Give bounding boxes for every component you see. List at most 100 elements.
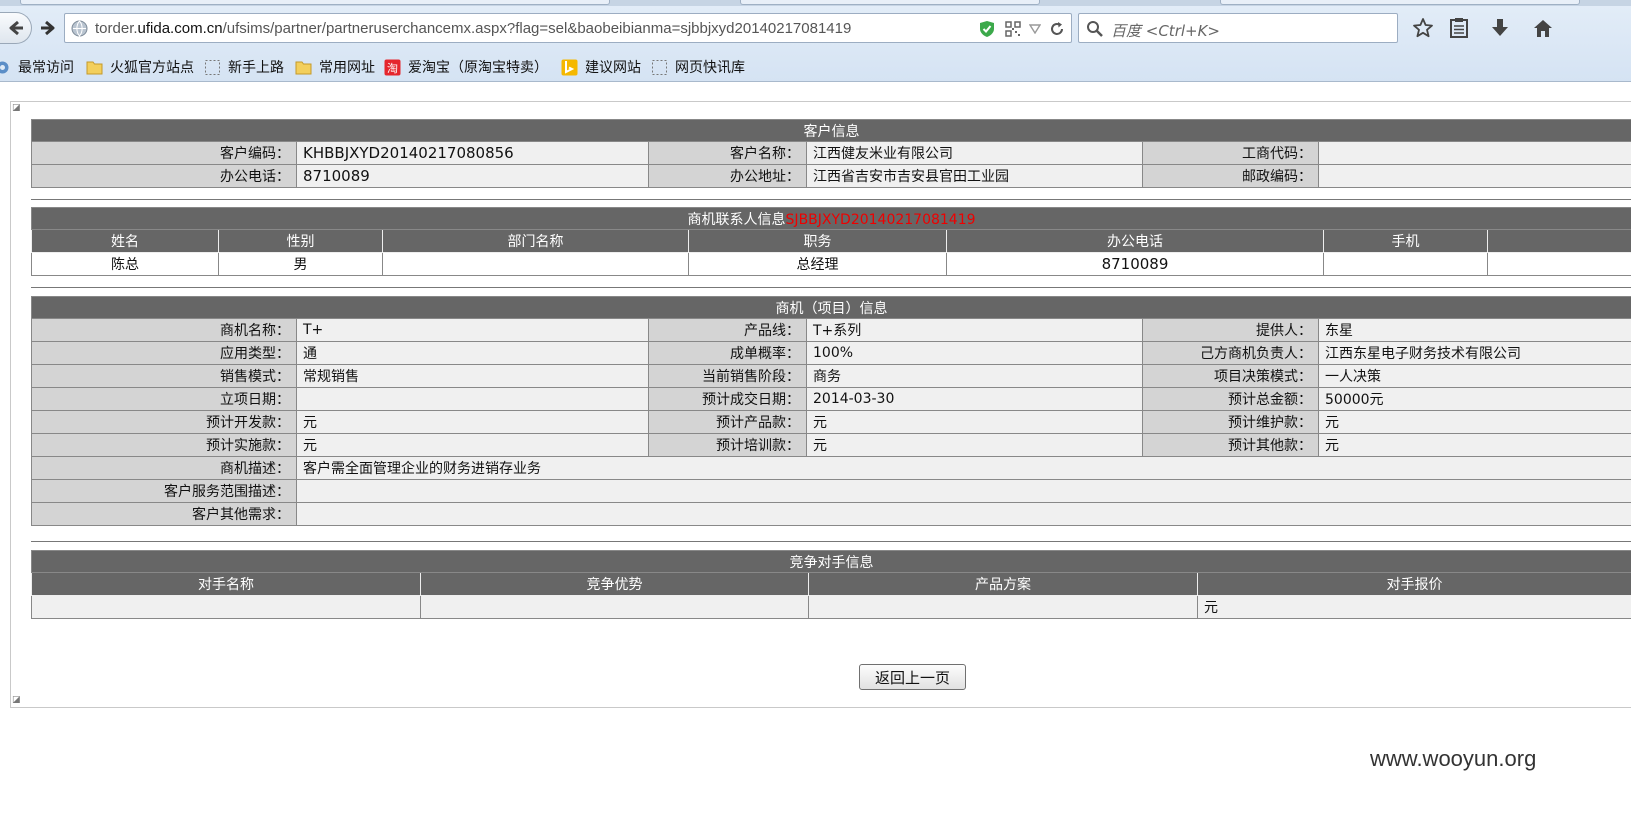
opportunity-rows: 商机名称： T+ 产品线： T+系列 提供人： 东星 应用类型：通成单概率： 100% 己方商机… <box>31 318 1631 457</box>
search-box[interactable]: 百度 <Ctrl+K> <box>1078 13 1398 43</box>
field-label: 客户编码： <box>31 141 297 165</box>
contacts-table: 商机联系人信息SJBBJXYD20140217081419 姓名 性别 部门名称… <box>30 207 1631 276</box>
customer-name-value: 江西健友米业有限公司 <box>806 141 1143 165</box>
column-header: 办公电话 <box>946 229 1324 253</box>
field-label: 项目决策模式： <box>1142 364 1319 388</box>
dropdown-triangle-icon[interactable] <box>1028 19 1042 39</box>
field-value: 元 <box>806 410 1143 434</box>
field-label: 成单概率： <box>648 341 807 365</box>
contact-mobile <box>1323 252 1488 276</box>
url-domain: ufida.com.cn <box>137 20 223 37</box>
clipboard-icon[interactable] <box>1446 15 1472 41</box>
back-button[interactable] <box>0 12 32 44</box>
url-text[interactable]: torder.ufida.com.cn/ufsims/partner/partn… <box>95 20 851 37</box>
taobao-icon: 淘 <box>384 59 401 75</box>
competitor-product <box>808 595 1198 619</box>
shield-check-icon[interactable] <box>978 19 996 39</box>
field-value: T+系列 <box>806 318 1143 342</box>
field-label: 预计开发款： <box>31 410 297 434</box>
reload-icon[interactable] <box>1048 19 1066 39</box>
field-value: 一人决策 <box>1317 364 1631 388</box>
bookmark-item[interactable]: 网页快讯库 <box>651 56 745 78</box>
office-phone-value: 8710089 <box>296 164 649 188</box>
column-header: 职务 <box>688 229 947 253</box>
field-value: 50000元 <box>1317 387 1631 411</box>
table-row: 应用类型：通成单概率： 100% 己方商机负责人： 江西东星电子财务技术有限公司 <box>31 341 1631 365</box>
dotted-page-icon <box>652 59 667 75</box>
tab[interactable] <box>740 0 1040 5</box>
bookmark-label: 新手上路 <box>228 60 284 76</box>
tab-active[interactable] <box>20 0 610 5</box>
column-header: 部门名称 <box>382 229 689 253</box>
bookmark-star-icon[interactable] <box>1410 15 1436 41</box>
contacts-title: 商机联系人信息 <box>687 211 786 228</box>
customer-code-value: KHBBJXYD20140217080856 <box>296 141 649 165</box>
field-value <box>296 387 649 411</box>
table-row: 预计开发款：元预计产品款：元预计维护款：元 <box>31 410 1631 434</box>
contact-name: 陈总 <box>31 252 219 276</box>
field-label: 邮政编码： <box>1142 164 1319 188</box>
divider <box>31 541 1631 542</box>
field-label: 办公地址： <box>648 164 807 188</box>
other-needs-value <box>295 502 1631 526</box>
contact-title: 总经理 <box>688 252 947 276</box>
field-value: 东星 <box>1317 318 1631 342</box>
field-value: 元 <box>296 433 649 457</box>
arrow-left-icon <box>9 20 23 36</box>
competitor-name <box>31 595 421 619</box>
opportunity-code: SJBBJXYD20140217081419 <box>785 211 976 228</box>
contact-office-phone: 8710089 <box>946 252 1324 276</box>
forward-button[interactable] <box>34 14 62 42</box>
bookmark-item[interactable]: 新手上路 <box>204 56 284 78</box>
table-row: 销售模式： 常规销售 当前销售阶段： 商务 项目决策模式： 一人决策 <box>31 364 1631 388</box>
column-header: 对手报价 <box>1197 572 1631 596</box>
address-bar[interactable]: torder.ufida.com.cn/ufsims/partner/partn… <box>64 13 1072 43</box>
bookmarks-toolbar: 最常访问 火狐官方站点 新手上路 常用网址 淘 爱淘宝（原淘宝特卖） 建议网站 … <box>0 53 1631 79</box>
contact-extra <box>1486 252 1631 276</box>
resize-handle-icon[interactable]: ◪ <box>12 695 22 705</box>
arrow-right-icon <box>41 20 55 36</box>
column-header: 姓名 <box>31 229 219 253</box>
field-label: 办公电话： <box>31 164 297 188</box>
dotted-page-icon <box>205 59 220 75</box>
competitor-quote: 元 <box>1197 595 1631 619</box>
folder-icon <box>86 61 103 74</box>
field-value: 元 <box>296 410 649 434</box>
competitor-advantage <box>420 595 809 619</box>
home-icon[interactable] <box>1530 15 1556 41</box>
field-value: 元 <box>1317 433 1631 457</box>
back-page-button[interactable]: 返回上一页 <box>859 664 966 690</box>
field-label: 预计培训款： <box>648 433 807 457</box>
column-header: 产品方案 <box>808 572 1198 596</box>
section-title: 竞争对手信息 <box>31 550 1631 573</box>
customer-info-table: 客户信息 客户编码： KHBBJXYD20140217080856 客户名称： … <box>31 119 1631 188</box>
column-header: 竞争优势 <box>420 572 809 596</box>
table-row: 预计实施款：元预计培训款：元预计其他款：元 <box>31 433 1631 457</box>
url-prefix: torder. <box>95 20 138 37</box>
field-value: 元 <box>1317 410 1631 434</box>
bookmark-item[interactable]: 常用网址 <box>295 56 375 78</box>
resize-handle-icon[interactable]: ◪ <box>12 103 22 113</box>
contact-gender: 男 <box>218 252 383 276</box>
field-label: 立项日期： <box>31 387 297 411</box>
table-row: 陈总 男 总经理 8710089 <box>31 252 1631 276</box>
field-value: 商务 <box>806 364 1143 388</box>
download-arrow-icon[interactable] <box>1487 15 1513 41</box>
search-placeholder: 百度 <Ctrl+K> <box>1111 22 1220 40</box>
watermark-text: www.wooyun.org <box>1370 746 1537 771</box>
bookmark-label: 爱淘宝（原淘宝特卖） <box>408 60 548 76</box>
bookmark-item[interactable]: 火狐官方站点 <box>86 56 194 78</box>
column-header <box>1486 229 1631 253</box>
tab[interactable] <box>1220 0 1580 5</box>
opportunity-description: 客户需全面管理企业的财务进销存业务 <box>295 456 1631 480</box>
field-label: 商机名称： <box>31 318 297 342</box>
field-value: 常规销售 <box>296 364 649 388</box>
field-label: 己方商机负责人： <box>1142 341 1319 365</box>
bookmark-item[interactable]: 淘 爱淘宝（原淘宝特卖） <box>384 56 548 78</box>
bookmark-item[interactable]: 最常访问 <box>0 56 74 78</box>
section-title: 客户信息 <box>31 119 1631 142</box>
bookmark-label: 最常访问 <box>18 60 74 76</box>
office-address-value: 江西省吉安市吉安县官田工业园 <box>806 164 1143 188</box>
qr-code-icon[interactable] <box>1004 19 1022 39</box>
bookmark-item[interactable]: 建议网站 <box>561 56 641 78</box>
